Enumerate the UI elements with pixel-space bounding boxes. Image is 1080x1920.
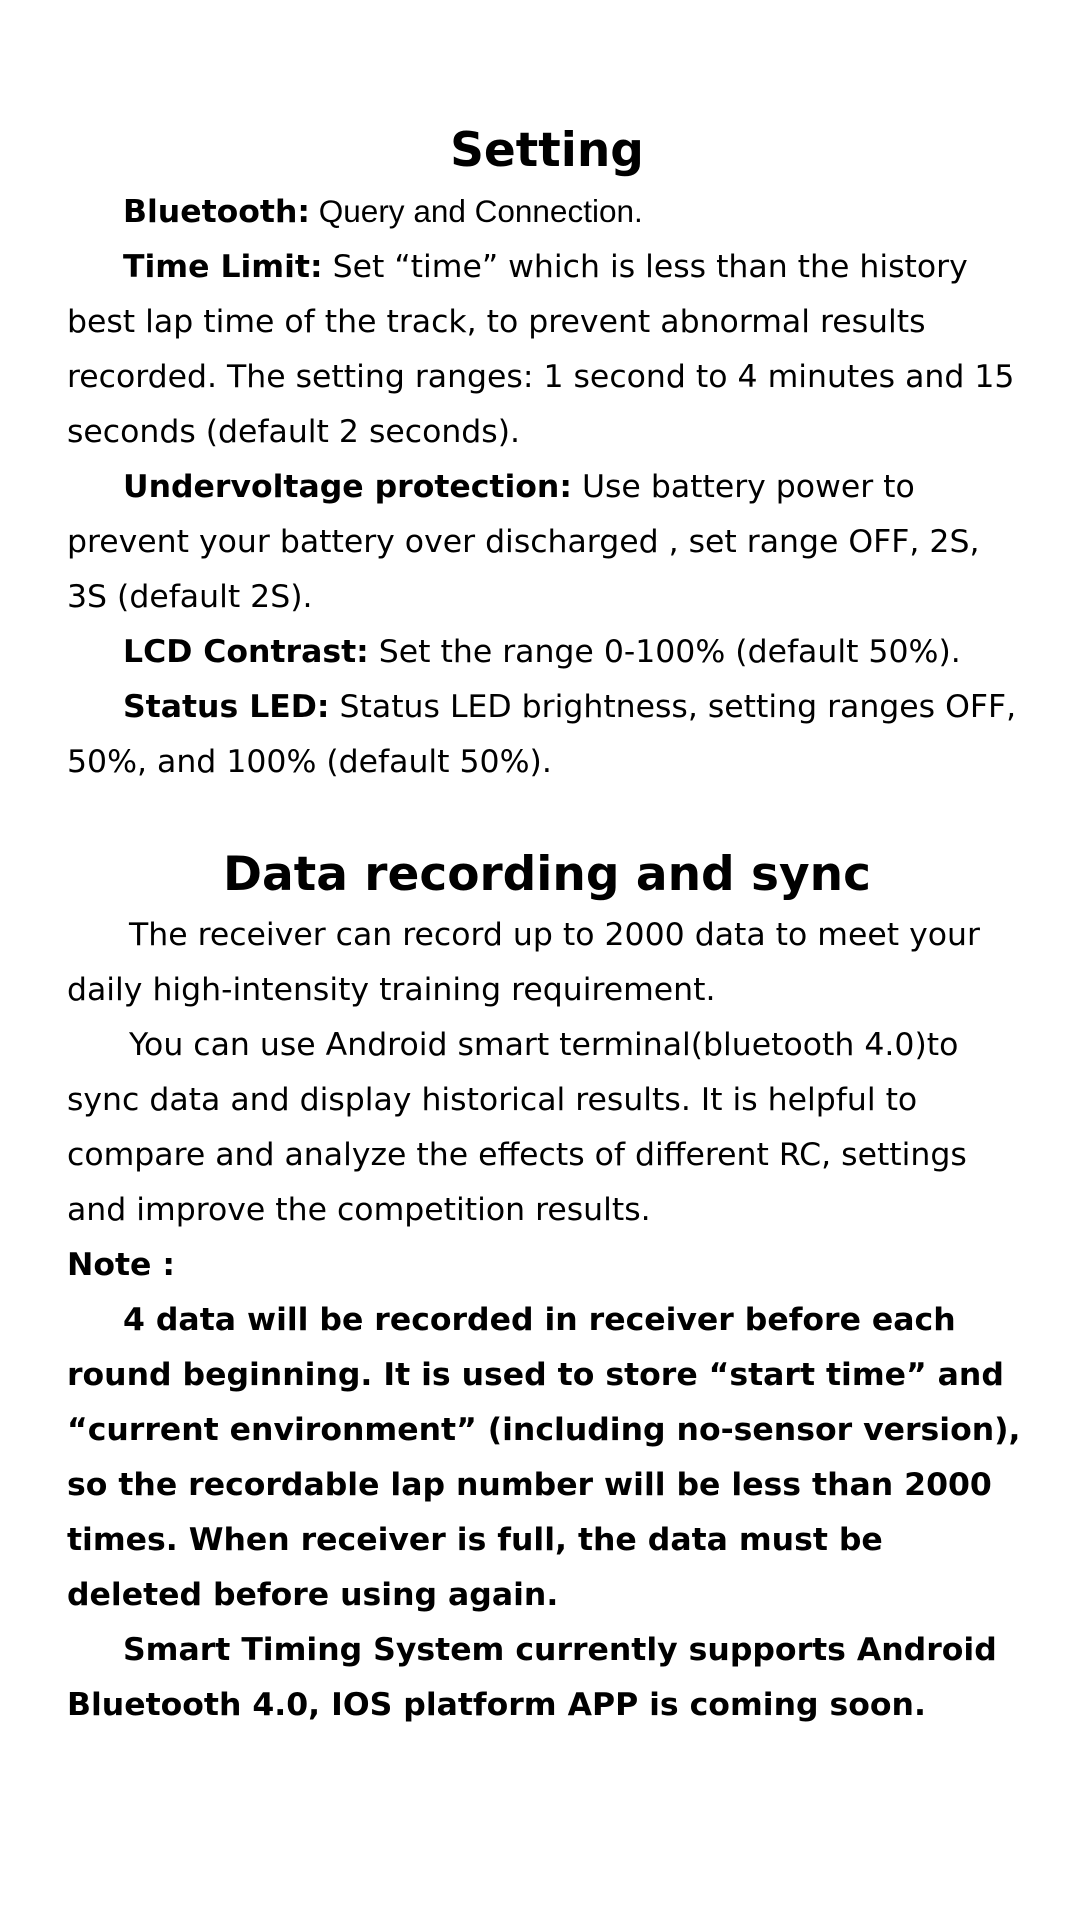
note-paragraph-1: 4 data will be recorded in receiver befo… — [67, 1302, 1021, 1613]
bluetooth-text: Query and Connection. — [310, 193, 643, 229]
time-limit-term: Time Limit: — [123, 249, 323, 285]
time-limit-paragraph: Time Limit: Set “time” which is less tha… — [67, 240, 1027, 460]
bluetooth-paragraph: Bluetooth: Query and Connection. — [67, 184, 1027, 240]
note-label: Note : — [67, 1247, 175, 1283]
record-capacity-paragraph: The receiver can record up to 2000 data … — [67, 917, 980, 1008]
android-sync-paragraph: You can use Android smart terminal(bluet… — [67, 1027, 967, 1228]
setting-title: Setting — [450, 123, 644, 178]
lcd-contrast-paragraph: LCD Contrast: Set the range 0-100% (defa… — [67, 625, 1027, 680]
lcd-contrast-term: LCD Contrast: — [123, 634, 369, 670]
undervoltage-paragraph: Undervoltage protection: Use battery pow… — [67, 460, 1027, 625]
data-recording-title: Data recording and sync — [223, 847, 871, 902]
lcd-contrast-text: Set the range 0-100% (default 50%). — [368, 634, 961, 670]
note-paragraph-2: Smart Timing System currently supports A… — [67, 1632, 997, 1723]
status-led-paragraph: Status LED: Status LED brightness, setti… — [67, 680, 1027, 790]
undervoltage-term: Undervoltage protection: — [123, 469, 572, 505]
status-led-term: Status LED: — [123, 689, 330, 725]
document-page: Setting Bluetooth: Query and Connection.… — [67, 118, 1027, 1733]
bluetooth-term: Bluetooth: — [123, 194, 311, 230]
